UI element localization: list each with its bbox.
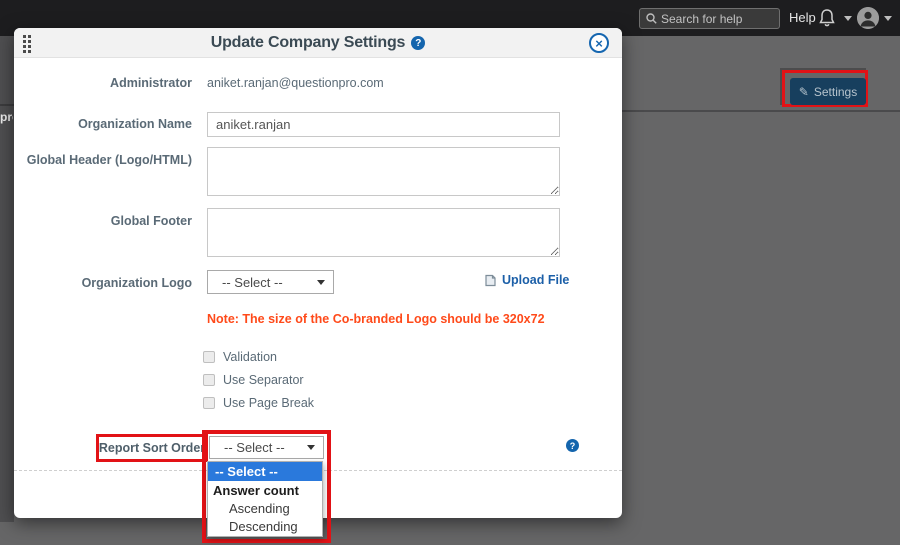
account-chevron-down-icon[interactable] bbox=[884, 16, 892, 21]
search-input[interactable] bbox=[661, 12, 769, 26]
page-header-divider bbox=[622, 110, 900, 112]
file-icon bbox=[484, 274, 497, 287]
help-search-box[interactable] bbox=[639, 8, 780, 29]
global-header-textarea[interactable] bbox=[207, 147, 560, 196]
use-page-break-checkbox[interactable] bbox=[203, 397, 215, 409]
settings-button-label: Settings bbox=[814, 85, 857, 99]
report-sort-order-select-value: -- Select -- bbox=[210, 440, 285, 455]
report-sort-order-open-menu: -- Select -- Answer count Ascending Desc… bbox=[207, 461, 323, 537]
settings-button-annotation-box: ✎ Settings bbox=[782, 70, 868, 107]
title-help-icon[interactable]: ? bbox=[411, 36, 425, 50]
page-header-divider bbox=[0, 104, 14, 106]
dialog-title: Update Company Settings bbox=[211, 34, 406, 52]
use-page-break-label: Use Page Break bbox=[223, 396, 314, 410]
global-footer-label: Global Footer bbox=[14, 214, 192, 228]
pencil-icon: ✎ bbox=[799, 85, 809, 99]
global-footer-textarea[interactable] bbox=[207, 208, 560, 257]
logo-size-note: Note: The size of the Co-branded Logo sh… bbox=[207, 312, 545, 326]
validation-checkbox[interactable] bbox=[203, 351, 215, 363]
menu-option-select[interactable]: -- Select -- bbox=[208, 462, 322, 481]
menu-option-ascending[interactable]: Ascending bbox=[208, 500, 322, 518]
organization-name-input[interactable] bbox=[207, 112, 560, 137]
questionpro-logo-fragment: pro bbox=[0, 110, 13, 124]
user-avatar[interactable] bbox=[857, 7, 879, 29]
settings-button[interactable]: ✎ Settings bbox=[790, 78, 866, 105]
use-page-break-checkbox-row: Use Page Break bbox=[203, 396, 314, 410]
global-header-label: Global Header (Logo/HTML) bbox=[14, 153, 192, 167]
search-icon bbox=[646, 13, 657, 24]
menu-group-answer-count: Answer count bbox=[208, 481, 322, 500]
administrator-label: Administrator bbox=[14, 76, 192, 90]
upload-file-label: Upload File bbox=[502, 273, 569, 287]
use-separator-checkbox[interactable] bbox=[203, 374, 215, 386]
use-separator-checkbox-row: Use Separator bbox=[203, 373, 304, 387]
dialog-header: Update Company Settings ? × bbox=[14, 28, 622, 58]
report-sort-order-help-icon[interactable]: ? bbox=[566, 439, 579, 452]
organization-logo-select-value: -- Select -- bbox=[208, 275, 283, 290]
report-sort-order-label: Report Sort Order bbox=[99, 441, 205, 455]
notifications-chevron-down-icon[interactable] bbox=[844, 16, 852, 21]
organization-name-label: Organization Name bbox=[14, 117, 192, 131]
validation-label: Validation bbox=[223, 350, 277, 364]
report-sort-order-annotation-box: Report Sort Order bbox=[96, 434, 208, 462]
report-sort-order-select[interactable]: -- Select -- bbox=[209, 436, 324, 459]
administrator-value: aniket.ranjan@questionpro.com bbox=[207, 76, 384, 90]
upload-file-link[interactable]: Upload File bbox=[484, 273, 569, 287]
dimmed-left-page-edge: pro bbox=[0, 36, 14, 522]
close-icon[interactable]: × bbox=[589, 33, 609, 53]
organization-logo-select[interactable]: -- Select -- bbox=[207, 270, 334, 294]
notifications-bell-icon[interactable] bbox=[818, 8, 836, 33]
use-separator-label: Use Separator bbox=[223, 373, 304, 387]
menu-option-descending[interactable]: Descending bbox=[208, 518, 322, 536]
organization-logo-label: Organization Logo bbox=[14, 276, 192, 290]
caret-down-icon bbox=[317, 280, 325, 285]
help-menu[interactable]: Help bbox=[789, 10, 816, 25]
validation-checkbox-row: Validation bbox=[203, 350, 277, 364]
caret-down-icon bbox=[307, 445, 315, 450]
